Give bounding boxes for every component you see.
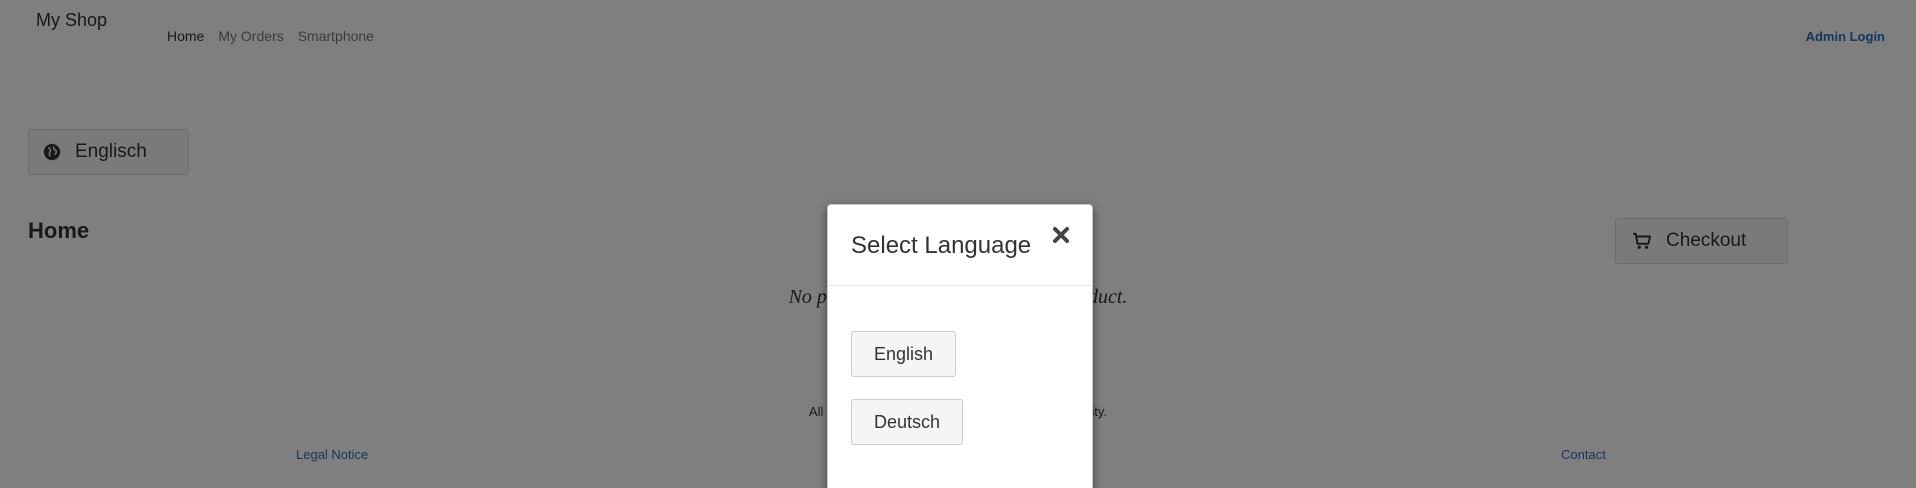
- modal-title: Select Language: [851, 232, 1032, 259]
- close-icon[interactable]: [1051, 225, 1071, 245]
- english-button[interactable]: English: [851, 331, 957, 377]
- language-modal: Select Language English Deutsch: [827, 204, 1093, 488]
- modal-header: Select Language: [828, 205, 1092, 286]
- page: My Shop Home My Orders Smartphone Admin …: [0, 0, 1916, 488]
- deutsch-button[interactable]: Deutsch: [851, 399, 964, 445]
